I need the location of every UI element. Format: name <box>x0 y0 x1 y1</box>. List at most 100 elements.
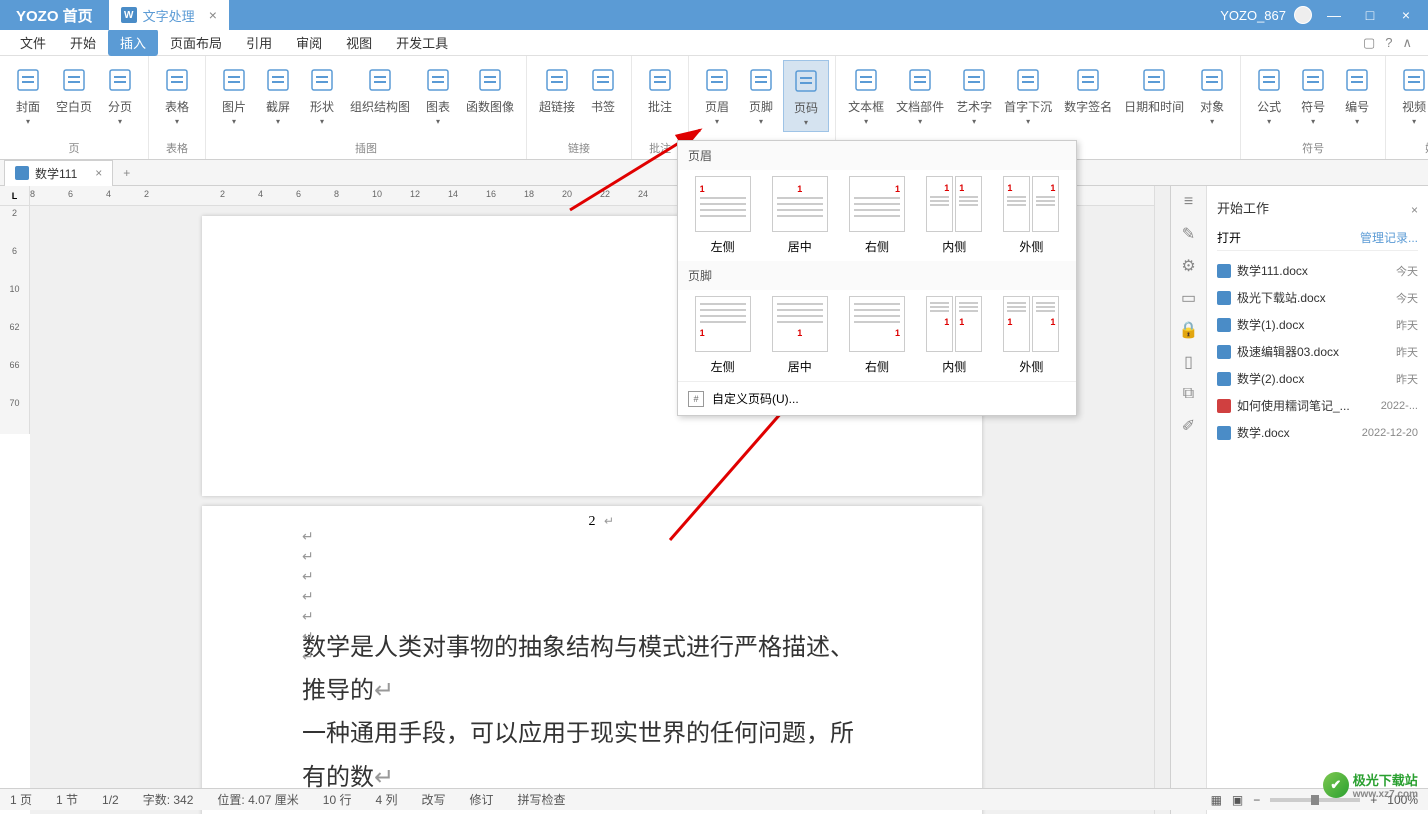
paragraph-marks: ↵↵↵↵↵↵↵ <box>302 526 314 666</box>
view-icon[interactable]: ▦ <box>1211 793 1222 807</box>
ribbon-超链接[interactable]: 超链接 <box>533 60 581 119</box>
ribbon-对象[interactable]: 对象▾ <box>1190 60 1234 130</box>
ribbon-视频[interactable]: 视频▾ <box>1392 60 1428 130</box>
file-icon <box>1217 372 1231 386</box>
recent-file[interactable]: 如何使用糯词笔记_...2022-... <box>1217 392 1418 419</box>
manage-records-link[interactable]: 管理记录... <box>1360 229 1418 246</box>
ribbon-图表[interactable]: 图表▾ <box>416 60 460 130</box>
menu-审阅[interactable]: 审阅 <box>284 29 334 56</box>
recent-file[interactable]: 数学111.docx今天 <box>1217 257 1418 284</box>
pagenum-header-内侧[interactable]: 11内侧 <box>920 176 989 255</box>
recent-file[interactable]: 数学.docx2022-12-20 <box>1217 419 1418 446</box>
document-body[interactable]: 数学是人类对事物的抽象结构与模式进行严格描述、 推导的↵ 一种通用手段，可以应用… <box>302 626 882 799</box>
home-tab[interactable]: YOZO 首页 <box>0 0 109 30</box>
close-button[interactable]: × <box>1392 5 1420 25</box>
status-section[interactable]: 1 节 <box>56 791 78 808</box>
pagenum-header-外侧[interactable]: 11外侧 <box>997 176 1066 255</box>
status-words[interactable]: 字数: 342 <box>143 791 194 808</box>
menu-视图[interactable]: 视图 <box>334 29 384 56</box>
recent-file[interactable]: 数学(2).docx昨天 <box>1217 365 1418 392</box>
menu-插入[interactable]: 插入 <box>108 29 158 56</box>
status-track[interactable]: 修订 <box>470 791 494 808</box>
status-line[interactable]: 10 行 <box>323 791 352 808</box>
pen-icon[interactable]: ✎ <box>1179 224 1199 244</box>
close-icon[interactable]: × <box>95 166 102 180</box>
ribbon-截屏[interactable]: 截屏▾ <box>256 60 300 130</box>
ribbon-数字签名[interactable]: 数字签名 <box>1058 60 1118 119</box>
pagenum-header-居中[interactable]: 1居中 <box>765 176 834 255</box>
ribbon-日期和时间[interactable]: 日期和时间 <box>1118 60 1190 119</box>
pagenum-header-左侧[interactable]: 1左侧 <box>688 176 757 255</box>
pagenum-footer-内侧[interactable]: 11内侧 <box>920 296 989 375</box>
edit-icon[interactable]: ✐ <box>1179 416 1199 436</box>
menu-引用[interactable]: 引用 <box>234 29 284 56</box>
ribbon-页脚[interactable]: 页脚▾ <box>739 60 783 130</box>
ribbon-首字下沉[interactable]: 首字下沉▾ <box>998 60 1058 130</box>
dropdown-section-header: 页眉 <box>678 141 1076 170</box>
ribbon-公式[interactable]: 公式▾ <box>1247 60 1291 130</box>
ribbon-文档部件[interactable]: 文档部件▾ <box>890 60 950 130</box>
document-tab[interactable]: 数学111 × <box>4 160 113 186</box>
user-name[interactable]: YOZO_867 <box>1220 8 1286 23</box>
ribbon-形状[interactable]: 形状▾ <box>300 60 344 130</box>
pagenum-footer-居中[interactable]: 1居中 <box>765 296 834 375</box>
copy-icon[interactable]: ⧉ <box>1179 384 1199 404</box>
ribbon-书签[interactable]: 书签 <box>581 60 625 119</box>
avatar[interactable] <box>1294 6 1312 24</box>
status-pages[interactable]: 1/2 <box>102 793 119 807</box>
ribbon-分页[interactable]: 分页▾ <box>98 60 142 130</box>
page-2[interactable]: 2 ↵ ↵↵↵↵↵↵↵ 数学是人类对事物的抽象结构与模式进行严格描述、 推导的↵… <box>202 506 982 814</box>
vertical-ruler[interactable]: 2610626670 <box>0 206 30 434</box>
menu-开发工具[interactable]: 开发工具 <box>384 29 460 56</box>
status-column[interactable]: 4 列 <box>375 791 397 808</box>
menu-页面布局[interactable]: 页面布局 <box>158 29 234 56</box>
menu-icon[interactable]: ≡ <box>1179 192 1199 212</box>
recent-file[interactable]: 极光下载站.docx今天 <box>1217 284 1418 311</box>
ribbon-页眉[interactable]: 页眉▾ <box>695 60 739 130</box>
ribbon-组织结构图[interactable]: 组织结构图 <box>344 60 416 119</box>
ribbon-艺术字[interactable]: 艺术字▾ <box>950 60 998 130</box>
status-overwrite[interactable]: 改写 <box>421 791 445 808</box>
view-icon[interactable]: ▣ <box>1232 793 1243 807</box>
chevron-icon[interactable]: ∧ <box>1402 35 1412 51</box>
pagenum-footer-左侧[interactable]: 1左侧 <box>688 296 757 375</box>
status-position[interactable]: 位置: 4.07 厘米 <box>217 791 298 808</box>
chevron-down-icon: ▾ <box>804 118 808 127</box>
pagenum-footer-外侧[interactable]: 11外侧 <box>997 296 1066 375</box>
ribbon-图片[interactable]: 图片▾ <box>212 60 256 130</box>
menu-开始[interactable]: 开始 <box>58 29 108 56</box>
close-icon[interactable]: × <box>1411 203 1418 217</box>
menu-文件[interactable]: 文件 <box>8 29 58 56</box>
pagenum-footer-右侧[interactable]: 1右侧 <box>842 296 911 375</box>
collapse-ribbon-icon[interactable]: ▢ <box>1363 35 1375 51</box>
settings-icon[interactable]: ⚙ <box>1179 256 1199 276</box>
recent-file[interactable]: 数学(1).docx昨天 <box>1217 311 1418 338</box>
zoom-out-icon[interactable]: − <box>1253 793 1260 807</box>
pagenum-header-右侧[interactable]: 1右侧 <box>842 176 911 255</box>
ribbon-函数图像[interactable]: 函数图像 <box>460 60 520 119</box>
minimize-button[interactable]: — <box>1320 5 1348 25</box>
recent-file[interactable]: 极速编辑器03.docx昨天 <box>1217 338 1418 365</box>
bookmark-icon[interactable]: ▯ <box>1179 352 1199 372</box>
custom-page-number[interactable]: # 自定义页码(U)... <box>678 381 1076 415</box>
ribbon-符号[interactable]: 符号▾ <box>1291 60 1335 130</box>
ribbon-编号[interactable]: 编号▾ <box>1335 60 1379 130</box>
ribbon-封面[interactable]: 封面▾ <box>6 60 50 130</box>
ribbon-批注[interactable]: 批注 <box>638 60 682 119</box>
vertical-scrollbar[interactable] <box>1154 186 1170 814</box>
close-icon[interactable]: × <box>209 7 217 23</box>
add-tab-button[interactable]: + <box>113 166 140 180</box>
help-icon[interactable]: ? <box>1385 35 1392 50</box>
lock-icon[interactable]: 🔒 <box>1179 320 1199 340</box>
ribbon-表格[interactable]: 表格▾ <box>155 60 199 130</box>
status-page[interactable]: 1 页 <box>10 791 32 808</box>
ribbon-文本框[interactable]: 文本框▾ <box>842 60 890 130</box>
ribbon-页码[interactable]: 页码▾ <box>783 60 829 132</box>
ribbon-空白页[interactable]: 空白页 <box>50 60 98 119</box>
app-tab-word[interactable]: W 文字处理 × <box>109 0 229 30</box>
status-spell[interactable]: 拼写检查 <box>518 791 566 808</box>
maximize-button[interactable]: □ <box>1356 5 1384 25</box>
library-icon[interactable]: ▭ <box>1179 288 1199 308</box>
file-icon <box>1217 345 1231 359</box>
open-label[interactable]: 打开 <box>1217 229 1241 246</box>
